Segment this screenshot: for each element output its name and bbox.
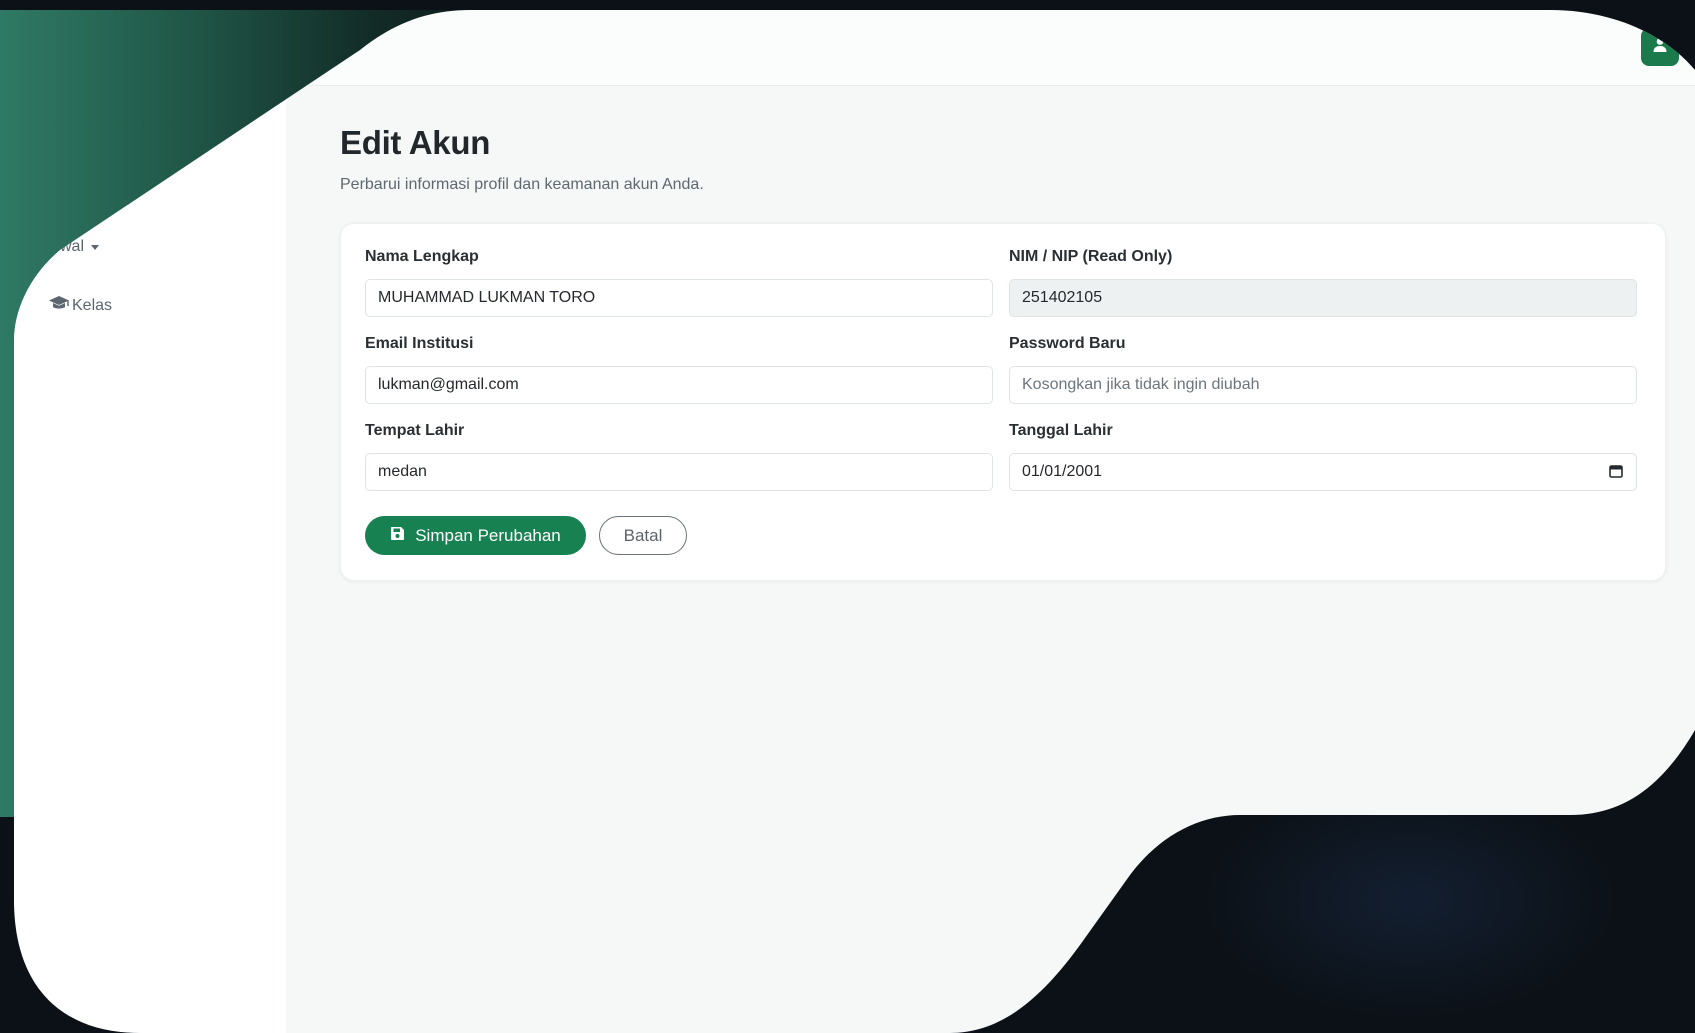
birth-place-label: Tempat Lahir bbox=[365, 422, 465, 439]
nim-nip-input bbox=[1009, 279, 1637, 317]
full-name-label: Nama Lengkap bbox=[365, 248, 479, 265]
graduation-cap-icon bbox=[48, 295, 70, 316]
birth-date-label: Tanggal Lahir bbox=[1009, 422, 1113, 439]
birth-date-input[interactable] bbox=[1009, 453, 1637, 491]
sidebar-item-label: Kelas bbox=[72, 296, 113, 314]
password-input[interactable] bbox=[1009, 366, 1637, 404]
save-button-label: Simpan Perubahan bbox=[415, 525, 561, 545]
full-name-input[interactable] bbox=[365, 279, 993, 317]
password-label: Password Baru bbox=[1009, 335, 1126, 352]
chevron-down-icon bbox=[91, 245, 99, 250]
topbar bbox=[286, 0, 1695, 86]
calendar-icon[interactable] bbox=[1609, 464, 1623, 478]
floppy-disk-icon bbox=[390, 526, 405, 546]
birth-place-input[interactable] bbox=[365, 453, 993, 491]
nim-nip-label: NIM / NIP (Read Only) bbox=[1009, 248, 1173, 265]
save-button[interactable]: Simpan Perubahan bbox=[365, 516, 586, 555]
email-input[interactable] bbox=[365, 366, 993, 404]
email-label: Email Institusi bbox=[365, 335, 474, 352]
page-subtitle: Perbarui informasi profil dan keamanan a… bbox=[340, 176, 704, 193]
sidebar-item-kelas[interactable]: Kelas bbox=[48, 295, 112, 316]
page-title: Edit Akun bbox=[340, 124, 491, 161]
cancel-button[interactable]: Batal bbox=[599, 516, 687, 555]
birth-date-field bbox=[1009, 453, 1637, 491]
